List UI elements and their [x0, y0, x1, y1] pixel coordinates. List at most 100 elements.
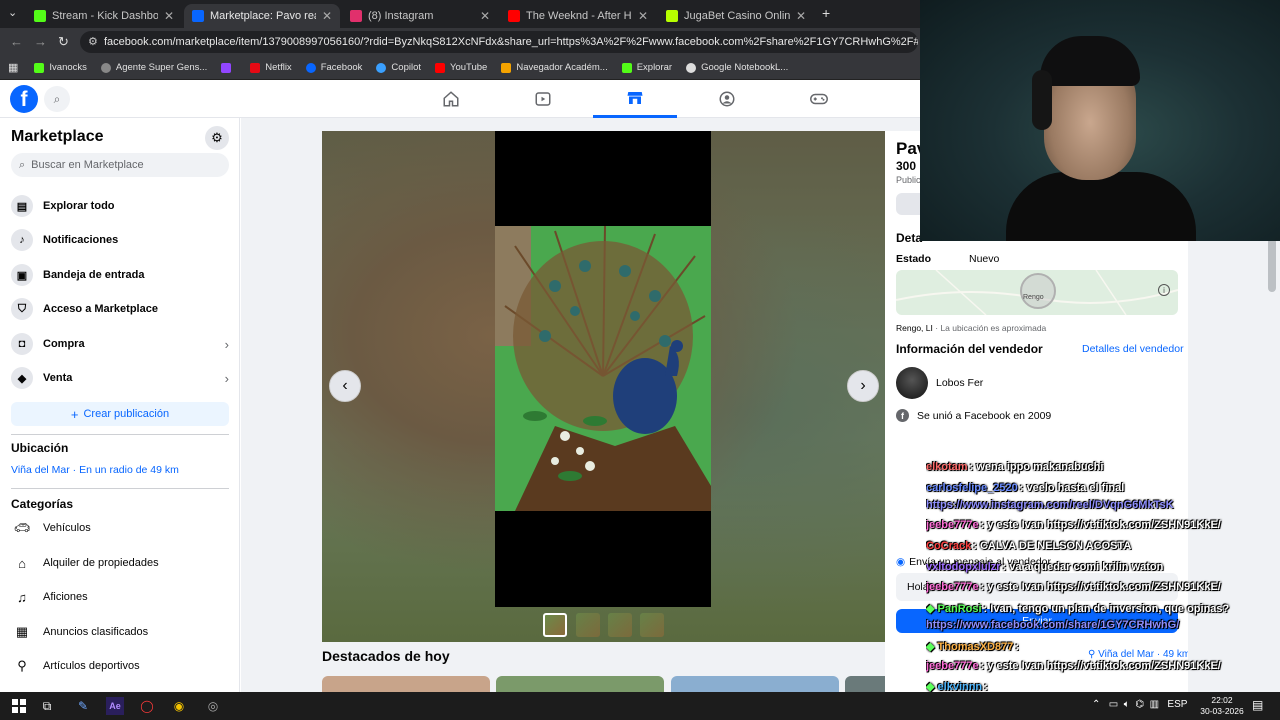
home-icon[interactable] [409, 80, 493, 118]
photo-thumbnail[interactable] [576, 613, 600, 637]
sidebar-item-explorar[interactable]: ▤ Explorar todo [11, 191, 229, 221]
marketplace-search-input[interactable]: ⌕ Buscar en Marketplace [11, 153, 229, 177]
search-icon[interactable]: ⌕ [44, 86, 70, 112]
chat-message: elkotam: wena ippo makanabuchi [926, 461, 1103, 473]
category-deportivos[interactable]: ⚲ Artículos deportivos [11, 652, 229, 680]
system-tray[interactable]: ⌃ ▭ 🔈︎ ⌬ ▥ ESP [1092, 699, 1187, 710]
chat-username: PanRosi [937, 603, 982, 615]
divider [11, 434, 229, 435]
browser-tab-active[interactable]: Marketplace: Pavo real embalsamado ✕ [184, 4, 340, 28]
sidebar-item-acceso[interactable]: ⛉ Acceso a Marketplace [11, 294, 229, 324]
photo-thumbnail[interactable] [608, 613, 632, 637]
sidebar-item-venta[interactable]: ◆ Venta › [11, 363, 229, 393]
featured-card[interactable] [671, 676, 839, 692]
pin-app-icon[interactable]: ✎ [74, 697, 92, 715]
windows-start-icon[interactable] [10, 697, 28, 715]
category-alquiler[interactable]: ⌂ Alquiler de propiedades [11, 549, 229, 577]
create-listing-button[interactable]: + Crear publicación [11, 402, 229, 426]
seller-name[interactable]: Lobos Fer [936, 377, 983, 389]
printer-icon: ▥ [1149, 699, 1160, 710]
address-bar[interactable]: ⚙ facebook.com/marketplace/item/13790089… [80, 31, 918, 53]
photo-thumbnail[interactable] [640, 613, 664, 637]
chat-username: jeebe777e [926, 660, 979, 672]
bookmark[interactable]: Navegador Académ... [501, 62, 608, 73]
car-icon: 🚗︎ [13, 520, 31, 535]
photo-thumbnail[interactable] [543, 613, 567, 637]
gaming-icon[interactable] [777, 80, 861, 118]
info-icon[interactable]: i [1158, 284, 1170, 296]
close-tab-icon[interactable]: ✕ [480, 9, 490, 23]
seller-details-link[interactable]: Detalles del vendedor [1082, 343, 1184, 355]
webcam-overlay [920, 0, 1280, 241]
tab-search-icon[interactable]: ⌄ [8, 6, 17, 19]
bookmark[interactable]: Google NotebookL... [686, 62, 788, 73]
page-scrollbar[interactable] [1268, 238, 1276, 292]
after-effects-icon[interactable]: Ae [106, 697, 124, 715]
featured-card[interactable] [322, 676, 490, 692]
clock[interactable]: 22:02 30-03-2026 [1200, 695, 1244, 717]
sidebar-item-compra[interactable]: ◘ Compra › [11, 329, 229, 359]
back-arrow-icon[interactable]: ← [10, 34, 23, 49]
browser-tab[interactable]: JugaBet Casino Online | El Mejor ✕ [658, 4, 814, 28]
previous-photo-button[interactable]: ‹ [329, 370, 361, 402]
category-label: Artículos deportivos [43, 660, 140, 672]
marketplace-icon[interactable] [593, 80, 677, 118]
next-photo-button[interactable]: › [847, 370, 879, 402]
video-icon[interactable] [501, 80, 585, 118]
tab-title: The Weeknd - After Hours (Audio) [526, 10, 632, 22]
category-aficiones[interactable]: ♫ Aficiones [11, 583, 229, 611]
house-icon: ⌂ [18, 555, 26, 571]
chevron-right-icon: › [860, 377, 866, 394]
bookmark[interactable]: Agente Super Gens... [100, 62, 207, 73]
bookmark[interactable]: Facebook [305, 62, 362, 73]
bookmark[interactable]: Netflix [250, 62, 292, 73]
condition-label: Estado [896, 253, 932, 265]
browser-tab[interactable]: Stream - Kick Dashboard ✕ [26, 4, 182, 28]
sidebar-item-label: Compra [43, 338, 85, 350]
chat-username: ThomasXD877 [937, 641, 1014, 653]
sidebar-item-notificaciones[interactable]: ♪ Notificaciones [11, 225, 229, 255]
browser-tab[interactable]: The Weeknd - After Hours (Audio) ✕ [500, 4, 656, 28]
close-tab-icon[interactable]: ✕ [322, 9, 332, 23]
bookmark[interactable] [221, 62, 236, 73]
bookmark[interactable]: Copilot [376, 62, 421, 73]
reload-icon[interactable]: ↻ [58, 34, 69, 50]
category-clasificados[interactable]: ▦ Anuncios clasificados [11, 618, 229, 646]
peacock-photo[interactable] [495, 226, 711, 511]
sidebar-item-bandeja[interactable]: ▣ Bandeja de entrada [11, 260, 229, 290]
bookmark[interactable]: YouTube [435, 62, 487, 73]
featured-heading: Destacados de hoy [322, 648, 450, 664]
opera-icon[interactable]: ◯ [138, 697, 156, 715]
chat-text: : y este Ivan https://vt.tiktok.com/ZSHN… [980, 519, 1221, 531]
task-view-icon[interactable]: ⧉ [38, 697, 56, 715]
bookmark[interactable]: Explorar [621, 62, 672, 73]
bookmark-label: YouTube [450, 62, 488, 73]
chrome-icon[interactable]: ◉ [170, 697, 188, 715]
new-tab-icon[interactable]: + [822, 5, 830, 21]
location-map[interactable]: Rengo i [896, 270, 1178, 315]
site-info-icon[interactable]: ⚙ [88, 35, 98, 48]
youtube-icon [508, 10, 520, 22]
forward-arrow-icon[interactable]: → [34, 34, 47, 49]
facebook-logo[interactable]: f [10, 85, 38, 113]
browser-tab[interactable]: (8) Instagram ✕ [342, 4, 498, 28]
close-tab-icon[interactable]: ✕ [796, 9, 806, 23]
seller-avatar[interactable] [896, 367, 928, 399]
chat-message: ◆ elkvinnn: [926, 680, 988, 692]
close-tab-icon[interactable]: ✕ [164, 9, 174, 23]
groups-icon[interactable] [685, 80, 769, 118]
chat-text: : Ivan, tengo un plan de inversion, que … [983, 603, 1230, 615]
featured-card[interactable] [496, 676, 664, 692]
close-tab-icon[interactable]: ✕ [638, 9, 648, 23]
bookmark-label: Netflix [265, 62, 292, 73]
location-filter-link[interactable]: Viña del Mar · En un radio de 49 km [11, 464, 179, 476]
map-town-label: Rengo [1023, 294, 1044, 301]
messenger-icon: ◉ [896, 556, 906, 568]
gear-icon[interactable]: ⚙ [205, 126, 229, 150]
apps-grid-icon[interactable]: ▦ [8, 61, 18, 74]
category-vehiculos[interactable]: 🚗︎ Vehículos [11, 514, 229, 542]
agent-icon [100, 62, 111, 73]
bookmark[interactable]: Ivanocks [34, 62, 87, 73]
obs-icon[interactable]: ◎ [204, 697, 222, 715]
notification-icon[interactable]: ▤ [1252, 698, 1263, 712]
